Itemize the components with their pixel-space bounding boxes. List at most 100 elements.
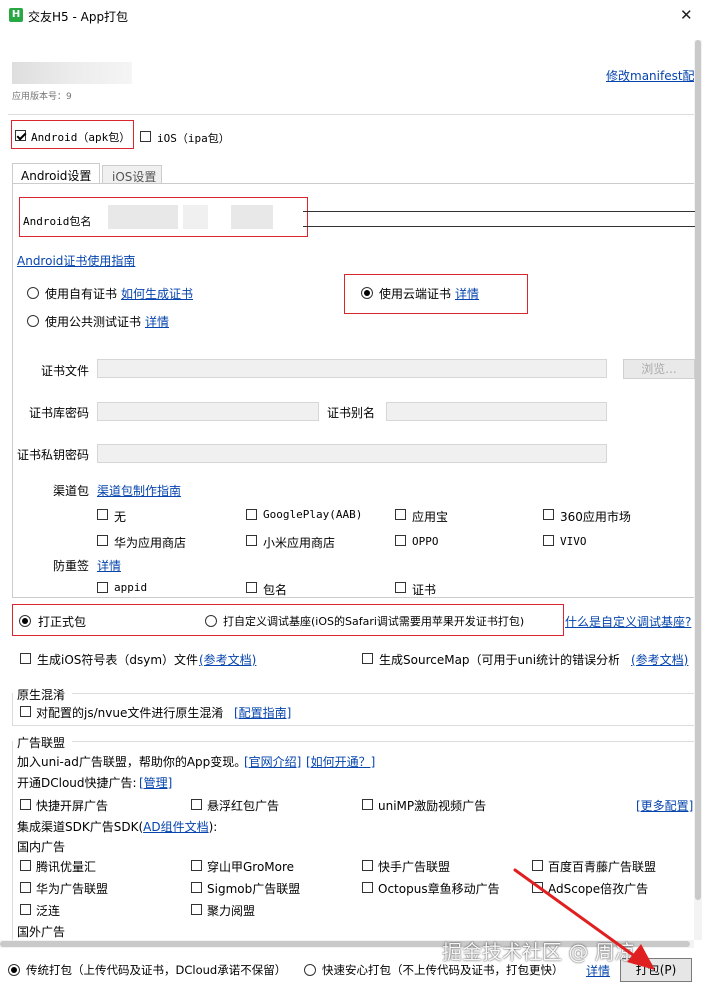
channel-360-label: 360应用市场 xyxy=(560,510,631,524)
kuaishou-ads-label: 快手广告联盟 xyxy=(378,860,451,874)
channel-none-checkbox[interactable] xyxy=(97,509,108,520)
safe-pack-radio[interactable] xyxy=(304,964,316,976)
tencent-ylh-label: 腾讯优量汇 xyxy=(36,860,97,874)
channel-googleplay-checkbox[interactable] xyxy=(246,509,257,520)
ads-official-link[interactable]: [官网介绍] xyxy=(244,753,301,770)
cloud-cert-radio[interactable] xyxy=(361,287,373,299)
channel-oppo-checkbox[interactable] xyxy=(395,535,406,546)
android-cert-guide-link[interactable]: Android证书使用指南 xyxy=(17,252,135,269)
window-title: 交友H5 - App打包 xyxy=(28,10,129,24)
cert-alias-input[interactable] xyxy=(386,402,607,421)
ads-intro-text: 加入uni-ad广告联盟，帮助你的App变现。 xyxy=(17,755,247,769)
ads-group-line xyxy=(72,741,694,742)
julichengmeng-ads-checkbox[interactable] xyxy=(191,904,202,915)
more-config-link[interactable]: [更多配置] xyxy=(636,797,694,814)
public-cert-radio[interactable] xyxy=(27,315,39,327)
android-settings-panel: Android包名 Android证书使用指南 使用自有证书 如何生成证书 使用… xyxy=(12,183,695,598)
quick-splash-ad-label: 快捷开屏广告 xyxy=(36,799,109,813)
close-icon[interactable]: ✕ xyxy=(680,6,693,24)
quick-ads-label: 开通DCloud快捷广告: xyxy=(17,776,137,790)
channel-360-checkbox[interactable] xyxy=(543,509,554,520)
octopus-ads-checkbox[interactable] xyxy=(362,882,373,893)
csj-gromore-label: 穿山甲GroMore xyxy=(207,860,295,874)
custom-base-label: 打自定义调试基座(iOS的Safari调试需要用苹果开发证书打包) xyxy=(223,615,525,628)
anti-resign-appid-checkbox[interactable] xyxy=(97,582,108,593)
obfuscation-group-left-border xyxy=(12,693,13,725)
package-name-redacted-1 xyxy=(108,205,178,229)
own-cert-radio[interactable] xyxy=(27,287,39,299)
public-cert-detail-link[interactable]: 详情 xyxy=(145,313,169,330)
huawei-ads-checkbox[interactable] xyxy=(20,882,31,893)
obfuscation-guide-link[interactable]: [配置指南] xyxy=(234,704,291,721)
floating-redpacket-ad-label: 悬浮红包广告 xyxy=(207,799,280,813)
package-name-redacted-3 xyxy=(231,205,273,229)
tab-android-settings[interactable]: Android设置 xyxy=(12,163,100,183)
android-platform-checkbox[interactable] xyxy=(15,130,26,141)
cert-file-label: 证书文件 xyxy=(41,364,90,378)
tencent-ylh-checkbox[interactable] xyxy=(20,860,31,871)
obfuscation-label: 对配置的js/nvue文件进行原生混淆 xyxy=(36,706,224,720)
sourcemap-checkbox[interactable] xyxy=(362,653,373,664)
scrollbar-thumb[interactable] xyxy=(695,40,701,900)
edit-manifest-link[interactable]: 修改manifest配置 xyxy=(606,67,694,84)
channel-xiaomi-label: 小米应用商店 xyxy=(263,536,336,550)
obfuscation-group-title: 原生混淆 xyxy=(17,688,66,702)
browse-button[interactable]: 浏览... xyxy=(623,359,695,379)
private-key-password-label: 证书私钥密码 xyxy=(17,448,90,462)
channel-guide-link[interactable]: 渠道包制作指南 xyxy=(97,482,181,499)
unimp-reward-video-ad-checkbox[interactable] xyxy=(362,799,373,810)
vertical-scrollbar[interactable] xyxy=(694,40,702,940)
ads-group-left-border xyxy=(12,741,13,941)
channel-googleplay-label: GooglePlay(AAB) xyxy=(263,508,363,521)
formal-build-radio[interactable] xyxy=(19,615,31,627)
package-name-redacted-2 xyxy=(183,205,208,229)
android-platform-label: Android（apk包） xyxy=(31,131,131,144)
kuaishou-ads-checkbox[interactable] xyxy=(362,860,373,871)
channel-xiaomi-checkbox[interactable] xyxy=(246,535,257,546)
traditional-pack-radio[interactable] xyxy=(8,964,20,976)
sigmob-ads-checkbox[interactable] xyxy=(191,882,202,893)
ios-platform-checkbox[interactable] xyxy=(140,131,151,142)
channel-huawei-checkbox[interactable] xyxy=(97,535,108,546)
keystore-password-input[interactable] xyxy=(97,402,319,421)
formal-build-label: 打正式包 xyxy=(38,615,87,629)
private-key-password-input[interactable] xyxy=(97,444,607,463)
cloud-cert-detail-link[interactable]: 详情 xyxy=(455,285,479,302)
package-name-input[interactable] xyxy=(303,211,695,227)
ads-how-to-open-link[interactable]: [如何开通？] xyxy=(306,753,375,770)
app-name-redacted xyxy=(12,62,132,84)
annotation-arrow-head xyxy=(627,944,655,970)
huawei-ads-label: 华为广告联盟 xyxy=(36,882,109,896)
custom-base-radio[interactable] xyxy=(205,615,217,627)
channel-vivo-label: VIVO xyxy=(560,535,587,548)
cert-file-input[interactable] xyxy=(97,359,607,378)
annotation-arrow xyxy=(513,868,655,970)
sourcemap-doc-link[interactable]: (参考文档) xyxy=(631,651,688,668)
channel-yingyongbao-checkbox[interactable] xyxy=(395,509,406,520)
anti-resign-detail-link[interactable]: 详情 xyxy=(97,557,121,574)
annotation-arrow-shaft xyxy=(513,868,642,962)
fanlian-ads-checkbox[interactable] xyxy=(20,904,31,915)
anti-resign-cert-checkbox[interactable] xyxy=(395,582,406,593)
overseas-ads-title: 国外广告 xyxy=(17,925,66,939)
floating-redpacket-ad-checkbox[interactable] xyxy=(191,799,202,810)
domestic-ads-title: 国内广告 xyxy=(17,840,66,854)
ad-component-doc-link[interactable]: AD组件文档 xyxy=(143,820,208,834)
tab-ios-settings[interactable]: iOS设置 xyxy=(102,165,162,184)
obfuscation-checkbox[interactable] xyxy=(20,706,31,717)
what-is-custom-base-link[interactable]: 什么是自定义调试基座? xyxy=(565,613,694,630)
channel-vivo-checkbox[interactable] xyxy=(543,535,554,546)
fanlian-ads-label: 泛连 xyxy=(36,904,61,918)
how-to-generate-cert-link[interactable]: 如何生成证书 xyxy=(121,285,193,302)
quick-ads-manage-link[interactable]: [管理] xyxy=(139,774,172,791)
dsym-doc-link[interactable]: (参考文档) xyxy=(199,651,256,668)
dsym-checkbox[interactable] xyxy=(20,653,31,664)
channel-label: 渠道包 xyxy=(53,484,90,498)
cloud-cert-label: 使用云端证书 xyxy=(379,287,452,301)
anti-resign-package-checkbox[interactable] xyxy=(246,582,257,593)
julichengmeng-ads-label: 聚力阅盟 xyxy=(207,904,256,918)
csj-gromore-checkbox[interactable] xyxy=(191,860,202,871)
package-name-label: Android包名 xyxy=(23,215,92,228)
quick-splash-ad-checkbox[interactable] xyxy=(20,799,31,810)
obfuscation-group-line xyxy=(72,693,694,694)
